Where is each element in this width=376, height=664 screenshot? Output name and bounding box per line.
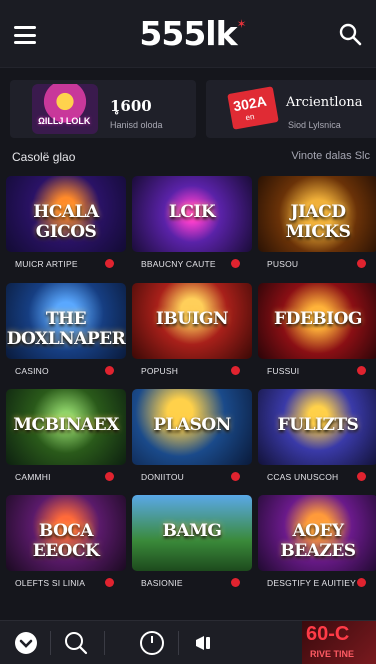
game-thumbnail[interactable]: JIACD MICKS <box>258 176 376 252</box>
brand-logo[interactable]: 555lk ✶ <box>139 14 246 53</box>
clock-icon[interactable] <box>138 629 166 657</box>
promo-art-coin: ΩILLJ LOLK <box>32 84 98 134</box>
game-thumbnail-title: AOEY BEAZES <box>280 521 356 561</box>
hot-badge-icon <box>231 578 240 587</box>
game-thumbnail[interactable]: THE DOXLNAPER <box>6 283 126 359</box>
game-card[interactable]: BAMG BASIONIE <box>132 495 252 594</box>
game-thumbnail-title: PLASON <box>153 415 231 435</box>
live-promo-title: 60-C <box>306 623 350 645</box>
game-label: BBAUCNY CAUTE <box>141 259 216 269</box>
game-label: DONIITOU <box>141 472 185 482</box>
logo-star-icon: ✶ <box>236 17 247 31</box>
game-card[interactable]: AOEY BEAZES DESGTIFY E AUITIEY <box>258 495 376 594</box>
promo-title: Arcientlona <box>286 95 363 110</box>
game-label: DESGTIFY E AUITIEY <box>267 578 356 588</box>
view-all-link[interactable]: Vinote dalas Slc <box>291 150 370 162</box>
logo-text: 555lk <box>139 14 237 53</box>
hamburger-menu-icon[interactable] <box>14 26 36 44</box>
game-card[interactable]: FULIZTS CCAS UNUSCOH <box>258 389 376 488</box>
hot-badge-icon <box>357 366 366 375</box>
game-thumbnail-title: HCALA GICOS <box>33 202 99 242</box>
search-icon[interactable] <box>62 629 90 657</box>
promo-badge-text: 302A <box>232 92 268 115</box>
game-card[interactable]: PLASON DONIITOU <box>132 389 252 488</box>
promo-card-event[interactable]: 302A en Arcientlona Siod Lylsnica <box>206 80 376 138</box>
game-label: FUSSUI <box>267 366 300 376</box>
game-thumbnail-title: BAMG <box>162 521 222 541</box>
game-thumbnail[interactable]: BAMG <box>132 495 252 571</box>
hot-badge-icon <box>231 366 240 375</box>
game-label: OLEFTS SI LINIA <box>15 578 86 588</box>
game-thumbnail[interactable]: FULIZTS <box>258 389 376 465</box>
nav-divider <box>50 631 51 655</box>
promo-card-jackpot[interactable]: ΩILLJ LOLK 1̥600 Hanisd oloda <box>10 80 196 138</box>
game-card[interactable]: LCIK BBAUCNY CAUTE <box>132 176 252 275</box>
game-label: POPUSH <box>141 366 179 376</box>
promo-badge: 302A en <box>227 86 279 130</box>
search-icon[interactable] <box>338 22 362 46</box>
megaphone-icon[interactable] <box>190 629 218 657</box>
hot-badge-icon <box>105 578 114 587</box>
game-thumbnail-title: BOCA EEOCK <box>32 521 100 561</box>
game-card[interactable]: HCALA GICOS MUICR ARTIPE <box>6 176 126 275</box>
promo-subtitle: Hanisd oloda <box>110 120 163 130</box>
promo-badge-sub: en <box>244 111 256 123</box>
game-card[interactable]: MCBINAEX CAMMHI <box>6 389 126 488</box>
game-card[interactable]: JIACD MICKS PUSOU <box>258 176 376 275</box>
game-thumbnail[interactable]: LCIK <box>132 176 252 252</box>
game-label: MUICR ARTIPE <box>15 259 78 269</box>
game-thumbnail[interactable]: IBUIGN <box>132 283 252 359</box>
game-thumbnail-title: MCBINAEX <box>13 415 119 435</box>
top-app-bar: 555lk ✶ <box>0 0 376 68</box>
game-card[interactable]: FDEBIOG FUSSUI <box>258 283 376 382</box>
promo-subtitle: Siod Lylsnica <box>288 120 341 130</box>
hot-badge-icon <box>231 472 240 481</box>
game-label: CCAS UNUSCOH <box>267 472 339 482</box>
game-card[interactable]: IBUIGN POPUSH <box>132 283 252 382</box>
chevron-down-circle-icon[interactable] <box>12 629 40 657</box>
promo-strip: ΩILLJ LOLK 1̥600 Hanisd oloda 302A en Ar… <box>0 80 376 140</box>
hot-badge-icon <box>105 472 114 481</box>
game-card[interactable]: BOCA EEOCK OLEFTS SI LINIA <box>6 495 126 594</box>
game-label: CASINO <box>15 366 49 376</box>
hot-badge-icon <box>357 578 366 587</box>
live-promo-thumb[interactable]: 60-C RIVE TINE <box>302 621 376 664</box>
game-thumbnail-title: LCIK <box>168 202 216 222</box>
game-label: BASIONIE <box>141 578 183 588</box>
hot-badge-icon <box>105 366 114 375</box>
nav-divider <box>104 631 105 655</box>
game-thumbnail-title: IBUIGN <box>155 309 229 329</box>
game-thumbnail[interactable]: MCBINAEX <box>6 389 126 465</box>
game-thumbnail[interactable]: AOEY BEAZES <box>258 495 376 571</box>
live-promo-sub: RIVE TINE <box>310 649 355 659</box>
game-thumbnail[interactable]: PLASON <box>132 389 252 465</box>
promo-art-text: ΩILLJ LOLK <box>38 116 91 126</box>
game-card[interactable]: THE DOXLNAPER CASINO <box>6 283 126 382</box>
hot-badge-icon <box>357 472 366 481</box>
game-thumbnail-title: FULIZTS <box>277 415 359 435</box>
section-title: Casolë glao <box>12 150 76 164</box>
section-header: Casolë glao Vinote dalas Slc <box>0 150 376 164</box>
bottom-nav: 60-C RIVE TINE <box>0 620 376 664</box>
game-label: PUSOU <box>267 259 299 269</box>
game-thumbnail-title: THE DOXLNAPER <box>6 309 126 349</box>
game-thumbnail[interactable]: HCALA GICOS <box>6 176 126 252</box>
game-thumbnail[interactable]: FDEBIOG <box>258 283 376 359</box>
game-thumbnail[interactable]: BOCA EEOCK <box>6 495 126 571</box>
hot-badge-icon <box>231 259 240 268</box>
promo-title: 1̥600 <box>110 97 152 115</box>
nav-divider <box>178 631 179 655</box>
game-thumbnail-title: JIACD MICKS <box>285 202 351 242</box>
game-label: CAMMHI <box>15 472 51 482</box>
game-thumbnail-title: FDEBIOG <box>274 309 362 329</box>
hot-badge-icon <box>357 259 366 268</box>
hot-badge-icon <box>105 259 114 268</box>
